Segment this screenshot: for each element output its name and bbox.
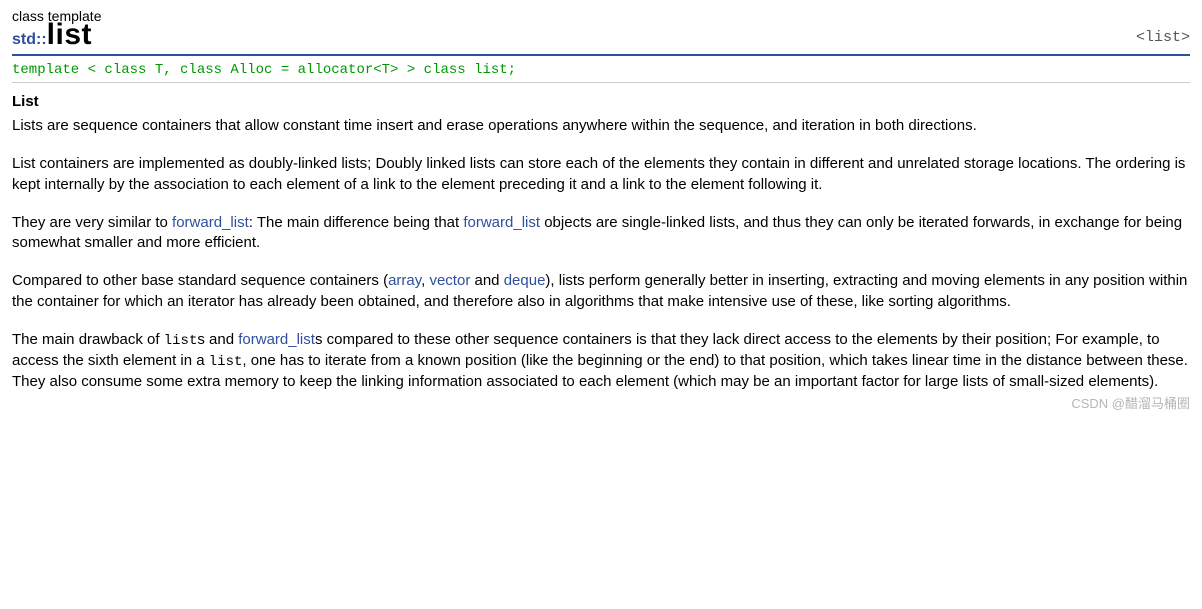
text-fragment: and bbox=[470, 272, 503, 289]
mono-list: list bbox=[209, 354, 243, 370]
text-fragment: The main drawback of bbox=[12, 331, 164, 348]
link-forward-list[interactable]: forward_list bbox=[463, 214, 540, 231]
class-name: list bbox=[47, 18, 92, 52]
text-fragment: : The main difference being that bbox=[249, 214, 464, 231]
paragraph-intro: Lists are sequence containers that allow… bbox=[12, 116, 1190, 136]
text-fragment: s and bbox=[197, 331, 238, 348]
page-header: class template std::list <list> bbox=[12, 8, 1190, 56]
link-deque[interactable]: deque bbox=[504, 272, 546, 289]
watermark: CSDN @醋溜马桶圈 bbox=[1071, 393, 1190, 412]
header-include-tag: <list> bbox=[1136, 29, 1190, 52]
template-declaration: template < class T, class Alloc = alloca… bbox=[12, 60, 1190, 83]
link-vector[interactable]: vector bbox=[429, 272, 470, 289]
link-array[interactable]: array bbox=[388, 272, 421, 289]
mono-list: list bbox=[164, 333, 198, 349]
header-left: class template std::list bbox=[12, 8, 101, 52]
paragraph-implementation: List containers are implemented as doubl… bbox=[12, 154, 1190, 195]
paragraph-forward-list: They are very similar to forward_list: T… bbox=[12, 213, 1190, 254]
paragraph-comparison: Compared to other base standard sequence… bbox=[12, 271, 1190, 312]
text-fragment: Compared to other base standard sequence… bbox=[12, 272, 388, 289]
text-fragment: They are very similar to bbox=[12, 214, 172, 231]
namespace-prefix: std:: bbox=[12, 31, 47, 49]
title-line: std::list bbox=[12, 18, 101, 52]
link-forward-list[interactable]: forward_list bbox=[172, 214, 249, 231]
link-forward-list[interactable]: forward_list bbox=[238, 331, 315, 348]
section-title: List bbox=[12, 93, 1190, 110]
paragraph-drawback: The main drawback of lists and forward_l… bbox=[12, 330, 1190, 392]
